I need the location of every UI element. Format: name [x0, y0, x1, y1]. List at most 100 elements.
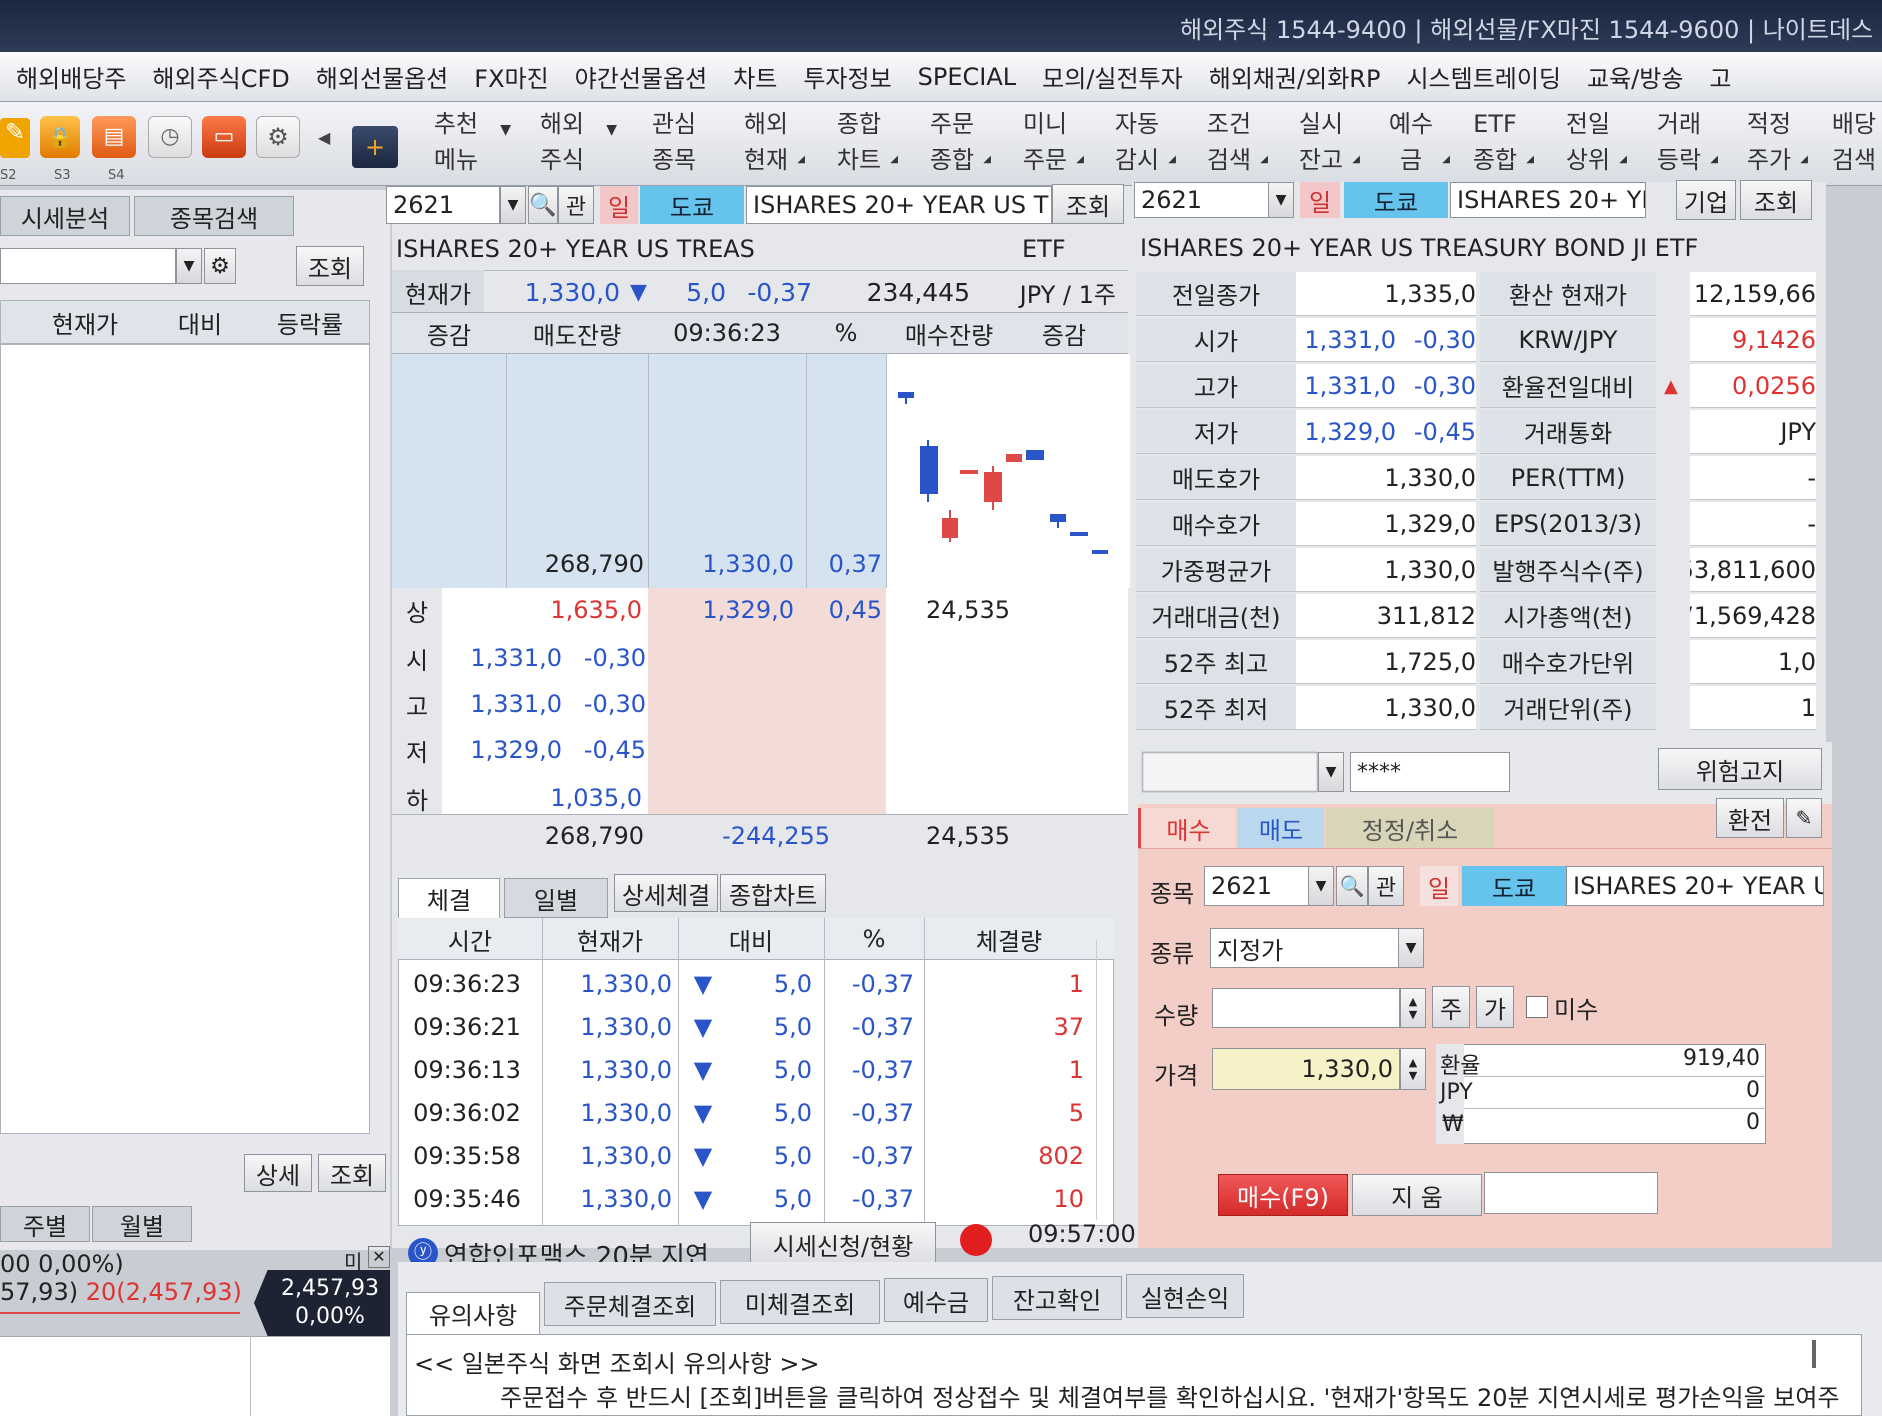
tab-order-history[interactable]: 주문체결조회 [544, 1282, 716, 1326]
left-query-button[interactable]: 조회 [296, 246, 364, 286]
tab-modify-cancel[interactable]: 정정/취소 [1326, 808, 1494, 848]
table-row[interactable]: 09:35:46 1,330,0 ▼ 5,0 -0,37 10 [398, 1177, 1094, 1220]
left-search-input[interactable] [0, 248, 176, 284]
tab-detail-trades[interactable]: 상세체결 [614, 874, 718, 912]
clear-button[interactable]: 지 움 [1352, 1174, 1482, 1216]
info-query-button[interactable]: 조회 [1740, 180, 1812, 220]
tab-trades[interactable]: 체결 [398, 878, 500, 918]
toolbar-trade-fluctuation[interactable]: 거래 등락 ◢ [1648, 106, 1718, 178]
risk-notice-button[interactable]: 위험고지 [1658, 748, 1822, 790]
password-input[interactable]: **** [1350, 752, 1510, 792]
small-tab-s4[interactable]: S4 [108, 168, 125, 183]
quote-code-dropdown[interactable]: ▼ [500, 186, 526, 224]
margin-checkbox[interactable] [1526, 996, 1548, 1018]
menu-item-system[interactable]: 시스템트레이딩 [1406, 59, 1561, 94]
pencil-icon[interactable]: ✎ [0, 118, 30, 158]
menu-item-special[interactable]: SPECIAL [918, 63, 1017, 91]
tab-total-chart[interactable]: 종합차트 [720, 874, 826, 912]
order-type-dropdown[interactable]: ▼ [1398, 928, 1424, 968]
toolbar-condition-search[interactable]: 조건 검색 ◢ [1198, 106, 1268, 178]
left-search-dropdown[interactable]: ▼ [176, 248, 202, 284]
buy-button[interactable]: 매수(F9) [1218, 1174, 1348, 1216]
quote-search-icon[interactable]: 🔍 [528, 186, 558, 224]
menu-item-night[interactable]: 야간선물옵션 [575, 59, 707, 94]
menu-item-cfd[interactable]: 해외주식CFD [152, 59, 289, 94]
table-row[interactable]: 09:35:58 1,330,0 ▼ 5,0 -0,37 802 [398, 1134, 1094, 1177]
edit-pencil-icon[interactable]: ✎ [1786, 798, 1822, 838]
clock-icon[interactable]: ◷ [148, 116, 192, 158]
tab-weekly[interactable]: 주별 [0, 1206, 90, 1242]
toolbar-watchlist[interactable]: 관심 종목 [643, 106, 705, 178]
table-row[interactable]: 09:36:13 1,330,0 ▼ 5,0 -0,37 1 [398, 1048, 1094, 1091]
account-dropdown[interactable]: ▼ [1318, 752, 1344, 792]
tab-balance[interactable]: 잔고확인 [992, 1276, 1122, 1320]
scroll-left-icon[interactable]: ◀ [318, 128, 330, 147]
quote-query-button[interactable]: 조회 [1052, 184, 1124, 224]
account-select[interactable] [1142, 752, 1318, 792]
left-detail-button[interactable]: 상세 [244, 1154, 312, 1192]
menu-item-mock[interactable]: 모의/실전투자 [1042, 59, 1183, 94]
menu-item-futures[interactable]: 해외선물옵션 [316, 59, 448, 94]
tab-stock-search[interactable]: 종목검색 [134, 196, 294, 236]
left-list-area[interactable] [0, 344, 370, 1134]
menu-item-dividend[interactable]: 해외배당주 [16, 59, 126, 94]
tab-deposit[interactable]: 예수금 [884, 1278, 988, 1322]
toolbar-deposit[interactable]: 예수 금 ◢ [1380, 106, 1450, 178]
toolbar-fair-price[interactable]: 적정 주가 ◢ [1738, 106, 1808, 178]
order-price-input[interactable]: 1,330,0 [1212, 1048, 1400, 1090]
order-type-select[interactable]: 지정가 [1210, 928, 1406, 968]
tab-daily[interactable]: 일별 [504, 878, 608, 918]
add-menu-icon[interactable]: + [352, 126, 398, 168]
toolbar-etf-total[interactable]: ETF 종합 ◢ [1464, 106, 1534, 178]
toolbar-total-chart[interactable]: 종합 차트 ◢ [828, 106, 898, 178]
tab-market-analysis[interactable]: 시세분석 [0, 196, 130, 236]
unit-share-button[interactable]: 주 [1432, 986, 1470, 1028]
menu-item-education[interactable]: 교육/방송 [1587, 59, 1683, 94]
qty-stepper[interactable]: ▲ ▼ [1400, 988, 1426, 1028]
toolbar-order-total[interactable]: 주문 종합 ◢ [921, 106, 991, 178]
info-code-dropdown[interactable]: ▼ [1268, 182, 1294, 218]
trades-scrollbar[interactable] [1096, 940, 1110, 1220]
close-icon[interactable]: ✕ [368, 1246, 390, 1268]
table-row[interactable]: 09:36:23 1,330,0 ▼ 5,0 -0,37 1 [398, 962, 1094, 1005]
small-tab-s2[interactable]: S2 [0, 168, 17, 183]
print-icon[interactable]: ▤ [92, 116, 136, 158]
monitor-icon[interactable]: ▭ [202, 116, 246, 158]
quote-fav-button[interactable]: 관 [558, 186, 594, 224]
toolbar-real-balance[interactable]: 실시 잔고 ◢ [1290, 106, 1360, 178]
order-code-dropdown[interactable]: ▼ [1308, 866, 1334, 906]
left-query-button-2[interactable]: 조회 [318, 1154, 386, 1192]
tab-sell[interactable]: 매도 [1238, 808, 1324, 848]
tab-buy[interactable]: 매수 [1138, 808, 1236, 848]
price-stepper[interactable]: ▲ ▼ [1400, 1048, 1426, 1090]
toolbar-recommended-menu[interactable]: 추천 메뉴 ▼ [425, 106, 511, 178]
toolbar-overseas-current[interactable]: 해외 현재 ◢ [735, 106, 805, 178]
toolbar-overseas-stock[interactable]: 해외 주식 ▼ [531, 106, 617, 178]
menu-item-fx[interactable]: FX마진 [474, 59, 548, 94]
tab-notice[interactable]: 유의사항 [406, 1292, 540, 1334]
order-search-icon[interactable]: 🔍 [1336, 866, 1368, 906]
small-tab-s3[interactable]: S3 [54, 168, 71, 183]
menu-item-extra[interactable]: 고 [1709, 59, 1731, 94]
order-code-input[interactable]: 2621 [1204, 866, 1322, 906]
tab-monthly[interactable]: 월별 [92, 1206, 192, 1242]
menu-item-chart[interactable]: 차트 [733, 59, 777, 94]
toolbar-dividend-search[interactable]: 배당 검색 [1826, 106, 1882, 178]
lock-icon[interactable]: 🔒 [40, 116, 80, 158]
unit-amount-button[interactable]: 가 [1476, 986, 1514, 1028]
table-row[interactable]: 09:36:21 1,330,0 ▼ 5,0 -0,37 37 [398, 1005, 1094, 1048]
order-fav-button[interactable]: 관 [1368, 866, 1404, 906]
exchange-button[interactable]: 환전 [1716, 798, 1784, 838]
menu-item-bond[interactable]: 해외채권/외화RP [1209, 59, 1381, 94]
left-settings-icon[interactable]: ⚙ [204, 248, 236, 284]
table-row[interactable]: 09:36:02 1,330,0 ▼ 5,0 -0,37 5 [398, 1091, 1094, 1134]
order-qty-input[interactable] [1212, 988, 1400, 1028]
toolbar-auto-watch[interactable]: 자동 감시 ◢ [1106, 106, 1176, 178]
tab-unfilled[interactable]: 미체결조회 [720, 1280, 880, 1324]
info-code-input[interactable]: 2621 [1134, 182, 1282, 218]
notice-scrollbar[interactable] [1812, 1340, 1816, 1368]
toolbar-prev-top[interactable]: 전일 상위 ◢ [1557, 106, 1627, 178]
quote-code-input[interactable]: 2621 [386, 186, 500, 224]
info-company-button[interactable]: 기업 [1676, 180, 1736, 220]
tab-realized-pnl[interactable]: 실현손익 [1126, 1274, 1244, 1318]
